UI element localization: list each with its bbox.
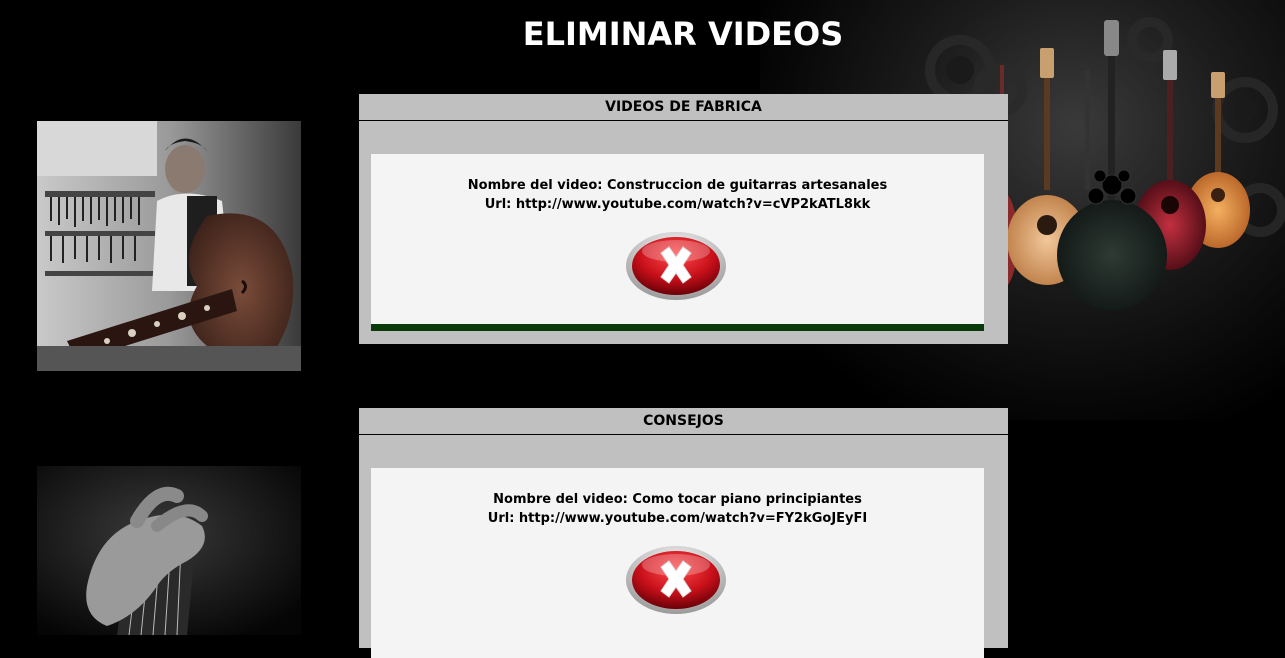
delete-video-button[interactable] <box>625 545 727 615</box>
video-name-label: Nombre del video: <box>467 178 603 193</box>
video-info: Nombre del video: Construccion de guitar… <box>371 176 984 214</box>
guitar-hand-photo <box>37 466 301 635</box>
video-url-label: Url: <box>484 197 512 212</box>
video-url-value: http://www.youtube.com/watch?v=FY2kGoJEy… <box>518 511 868 526</box>
video-name-row: Nombre del video: Como tocar piano princ… <box>371 490 984 509</box>
video-name-row: Nombre del video: Construccion de guitar… <box>371 176 984 195</box>
luthier-workshop-photo <box>37 121 301 371</box>
video-name-value: Como tocar piano principiantes <box>632 492 862 507</box>
video-url-value: http://www.youtube.com/watch?v=cVP2kATL8… <box>515 197 871 212</box>
section-panel-consejos: CONSEJOS Nombre del video: Como tocar pi… <box>359 408 1008 658</box>
video-url-label: Url: <box>487 511 515 526</box>
video-card: Nombre del video: Como tocar piano princ… <box>371 468 984 658</box>
video-card: Nombre del video: Construccion de guitar… <box>371 154 984 331</box>
guitars-decoration <box>1000 20 1250 310</box>
video-name-value: Construccion de guitarras artesanales <box>607 178 888 193</box>
section-header: VIDEOS DE FABRICA <box>359 94 1008 121</box>
section-header: CONSEJOS <box>359 408 1008 435</box>
video-name-label: Nombre del video: <box>493 492 628 507</box>
video-url-row: Url: http://www.youtube.com/watch?v=cVP2… <box>371 195 984 214</box>
delete-video-button[interactable] <box>625 231 727 301</box>
card-bottom-bar <box>371 324 984 331</box>
video-url-row: Url: http://www.youtube.com/watch?v=FY2k… <box>371 509 984 528</box>
video-info: Nombre del video: Como tocar piano princ… <box>371 490 984 528</box>
section-panel-videos-de-fabrica: VIDEOS DE FABRICA Nombre del video: Cons… <box>359 94 1008 344</box>
